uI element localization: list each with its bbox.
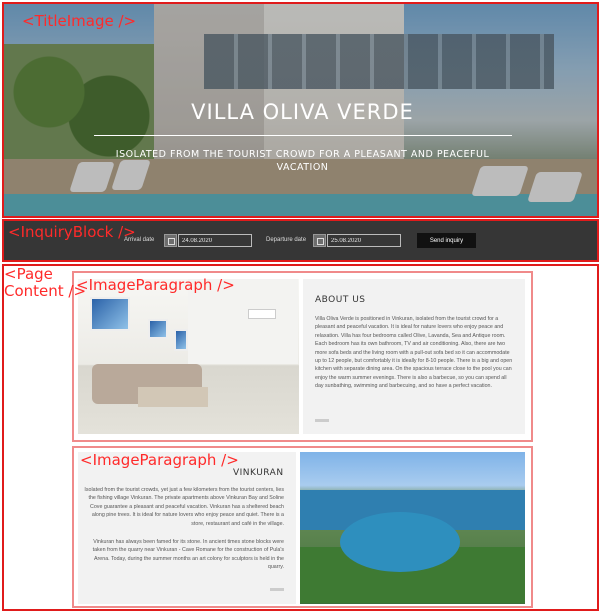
coffee-table [138,387,208,407]
read-more-indicator[interactable] [315,419,329,422]
vinkuran-aerial-photo [300,452,525,604]
send-inquiry-button[interactable]: Send inquiry [417,233,476,248]
departure-date-label: Departure date [266,237,307,243]
about-text-card: ABOUT US Villa Oliva Verde is positioned… [303,279,525,434]
departure-date-input[interactable] [327,234,401,247]
about-body: Villa Oliva Verde is positioned in Vinku… [315,316,513,390]
hero-subtitle: ISOLATED FROM THE TOURIST CROWD FOR A PL… [115,149,490,173]
page-content-annotation: <Page Content /> [4,265,87,300]
inquiry-block-annotation: <InquiryBlock /> [8,223,136,241]
title-image-annotation: <TitleImage /> [22,12,137,30]
image-paragraph-vinkuran: VINKURAN Isolated from the tourist crowd… [72,446,533,608]
hero-title: VILLA OLIVA VERDE [191,100,414,124]
about-title: ABOUT US [315,295,366,305]
vinkuran-body-1: Isolated from the tourist crowds, yet ju… [84,487,284,527]
air-conditioner [248,309,276,319]
wall-painting [174,329,188,351]
wall-painting [148,319,168,339]
calendar-icon[interactable] [313,234,326,247]
image-paragraph-about: ABOUT US Villa Oliva Verde is positioned… [72,271,533,442]
image-paragraph-annotation-2: <ImageParagraph /> [80,451,239,469]
wall-painting [90,297,130,331]
vinkuran-body-2: Vinkuran has always been famed for its s… [92,539,284,571]
arrival-date-input[interactable] [178,234,252,247]
living-room-photo [78,279,299,434]
read-more-indicator[interactable] [270,588,284,591]
calendar-icon[interactable] [164,234,177,247]
hero-divider [94,135,512,136]
image-paragraph-annotation-1: <ImageParagraph /> [76,276,235,294]
bay [340,512,460,572]
title-image: VILLA OLIVA VERDE ISOLATED FROM THE TOUR… [2,2,599,218]
vinkuran-title: VINKURAN [233,468,284,478]
vinkuran-text-card: VINKURAN Isolated from the tourist crowd… [78,452,296,604]
